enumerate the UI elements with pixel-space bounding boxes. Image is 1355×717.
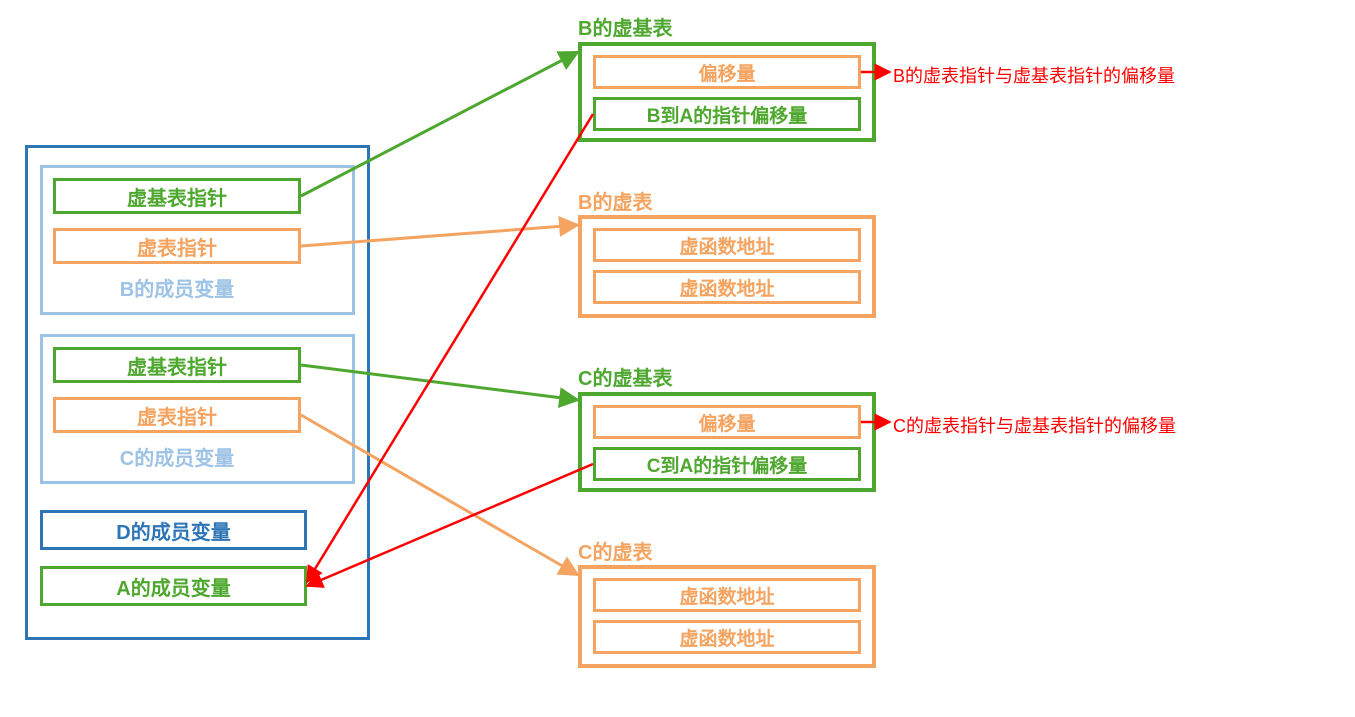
c-members-label: C的成员变量 <box>53 442 301 471</box>
c-vtable-title: C的虚表 <box>578 536 652 565</box>
c-vptr-cell: 虚表指针 <box>53 397 301 433</box>
b-vtable-fn1-entry: 虚函数地址 <box>593 228 861 262</box>
b-offset-annotation: B的虚表指针与虚基表指针的偏移量 <box>893 62 1175 88</box>
d-members-cell: D的成员变量 <box>40 510 307 550</box>
b-vtable-title: B的虚表 <box>578 186 652 215</box>
c-vtable-fn1-entry: 虚函数地址 <box>593 578 861 612</box>
b-vbtable-offset-entry: 偏移量 <box>593 55 861 89</box>
c-vbtable-title: C的虚基表 <box>578 362 672 391</box>
c-offset-annotation: C的虚表指针与虚基表指针的偏移量 <box>893 412 1176 438</box>
b-vbtable-title: B的虚基表 <box>578 12 672 41</box>
b-members-label: B的成员变量 <box>53 273 301 302</box>
b-vbtable-a-offset-entry: B到A的指针偏移量 <box>593 97 861 131</box>
b-vptr-cell: 虚表指针 <box>53 228 301 264</box>
c-vtable-fn2-entry: 虚函数地址 <box>593 620 861 654</box>
b-vtable-fn2-entry: 虚函数地址 <box>593 270 861 304</box>
c-vbptr-cell: 虚基表指针 <box>53 347 301 383</box>
c-vbtable-a-offset-entry: C到A的指针偏移量 <box>593 447 861 481</box>
a-members-cell: A的成员变量 <box>40 566 307 606</box>
b-vbptr-cell: 虚基表指针 <box>53 178 301 214</box>
c-vbtable-offset-entry: 偏移量 <box>593 405 861 439</box>
